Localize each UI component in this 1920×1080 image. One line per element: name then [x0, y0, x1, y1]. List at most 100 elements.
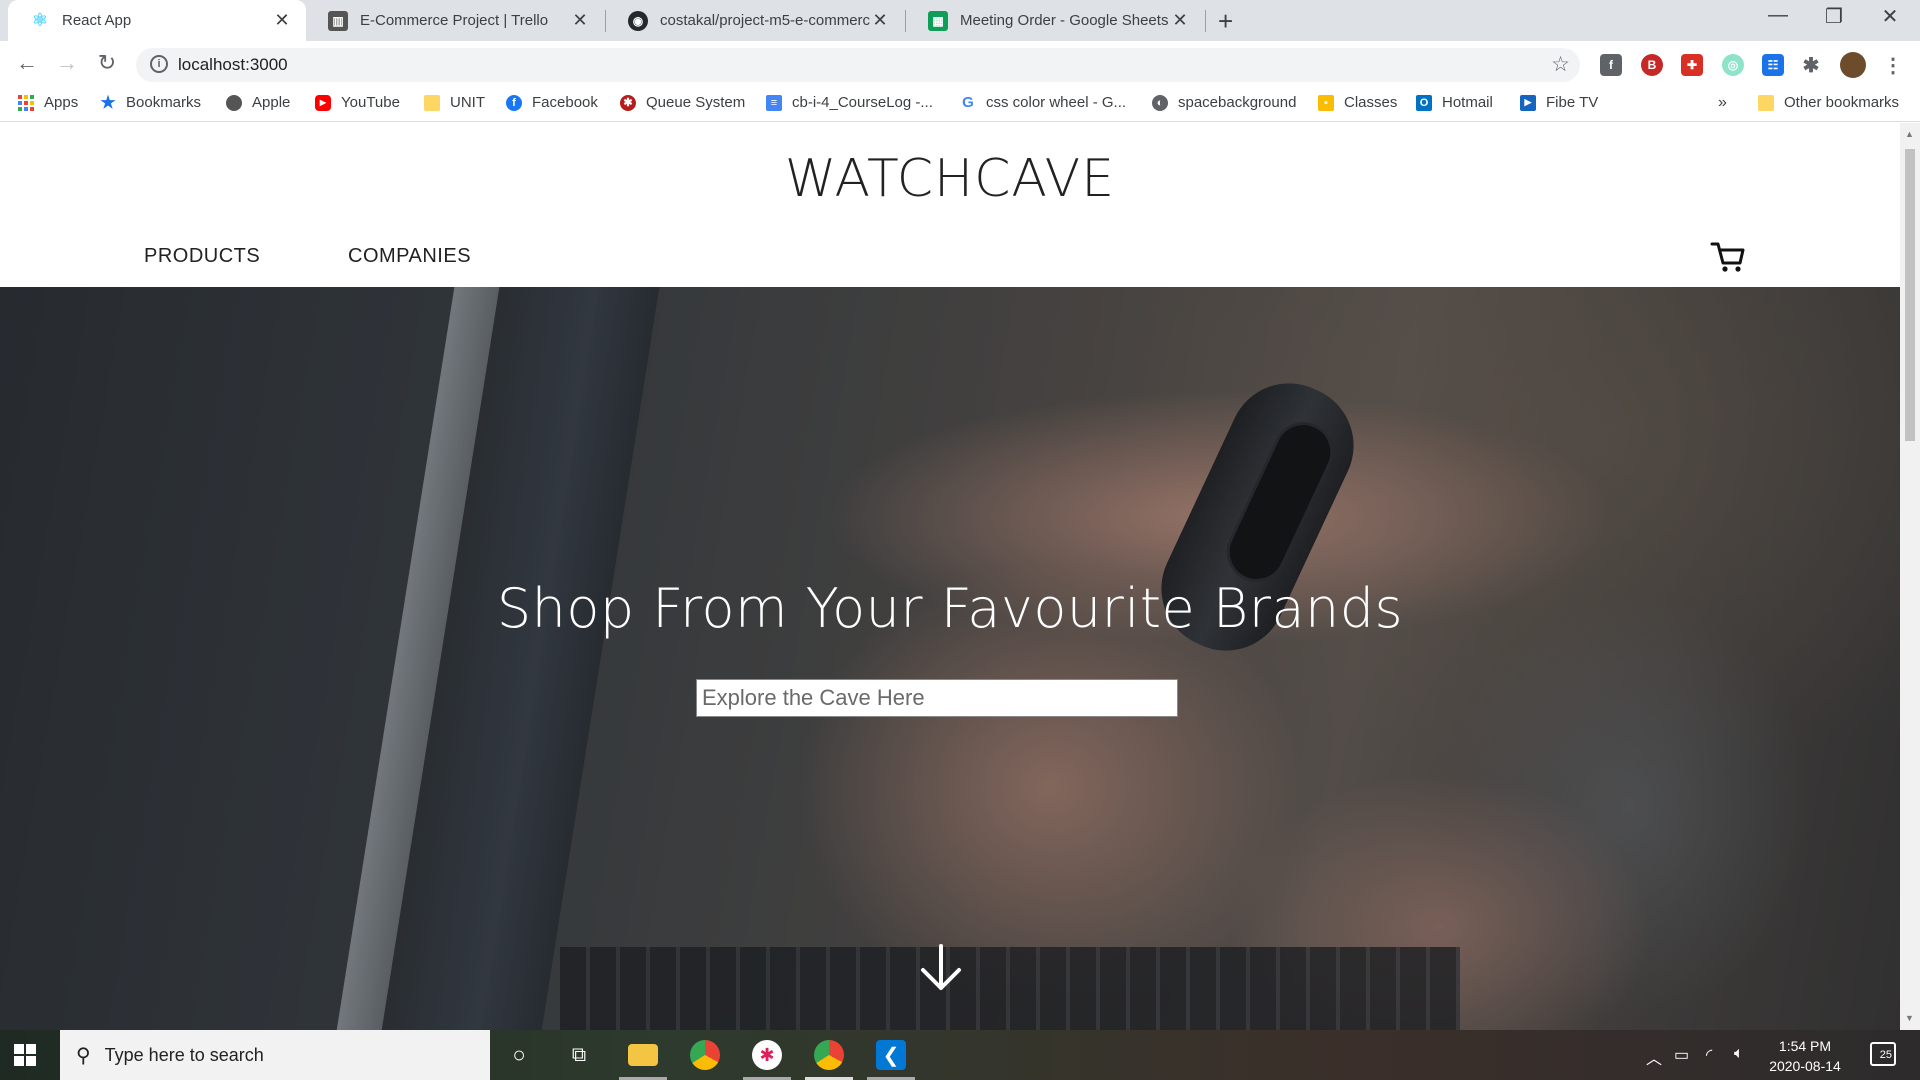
react-icon: ⚛	[31, 10, 49, 30]
minimize-icon[interactable]: —	[1758, 4, 1798, 27]
scroll-up-icon[interactable]: ▲	[1905, 129, 1914, 139]
bookmark-hotmail[interactable]: O Hotmail	[1416, 94, 1493, 111]
bookmarks-overflow-icon[interactable]: »	[1718, 94, 1727, 112]
folder-icon	[1758, 94, 1774, 111]
menu-kebab-icon[interactable]: ⋮	[1882, 54, 1904, 77]
bookmark-apple[interactable]: Apple	[226, 94, 290, 111]
bookmark-facebook[interactable]: f Facebook	[506, 94, 598, 111]
close-tab-icon[interactable]: ✕	[272, 10, 292, 31]
apple-icon	[226, 94, 242, 111]
restore-icon[interactable]: ❐	[1814, 4, 1854, 29]
vscode-icon[interactable]: ❮	[876, 1040, 906, 1070]
tab-title: E-Commerce Project | Trello	[360, 12, 549, 29]
reload-icon[interactable]: ↻	[92, 50, 122, 76]
extensions-puzzle-icon[interactable]: ✱	[1800, 54, 1822, 77]
bookmark-star-icon[interactable]: ☆	[1551, 52, 1570, 77]
bookmark-label: Facebook	[532, 94, 598, 111]
windows-start-icon[interactable]	[14, 1044, 36, 1066]
bookmark-label: Bookmarks	[126, 94, 202, 111]
battery-icon[interactable]: ▭	[1674, 1045, 1689, 1065]
notification-count: 25	[1879, 1049, 1892, 1061]
tray-chevron-up-icon[interactable]: ︿	[1646, 1045, 1662, 1069]
cortana-icon[interactable]: ○	[504, 1040, 534, 1070]
hero-search-input[interactable]	[696, 679, 1178, 717]
volume-icon[interactable]: 🔈︎	[1734, 1045, 1744, 1063]
tab-separator	[1205, 10, 1206, 32]
bookmark-spacebackground[interactable]: ◐ spacebackground	[1152, 94, 1296, 111]
bookmark-css-color-wheel[interactable]: G css color wheel - G...	[960, 94, 1126, 111]
site-logo[interactable]: WATCHCAVE	[0, 149, 1900, 209]
bookmark-apps[interactable]: Apps	[18, 94, 78, 111]
tab-trello[interactable]: ▥ E-Commerce Project | Trello ✕	[306, 0, 604, 41]
close-tab-icon[interactable]: ✕	[1170, 10, 1190, 31]
tab-react-app[interactable]: ⚛ React App ✕	[8, 0, 306, 41]
chrome-profile-icon[interactable]	[814, 1040, 844, 1070]
youtube-icon: ▶	[315, 94, 331, 111]
bookmark-youtube[interactable]: ▶ YouTube	[315, 94, 400, 111]
bookmark-classes[interactable]: ▪ Classes	[1318, 94, 1397, 111]
windows-taskbar: ⚲ Type here to search ○ ⧉ ✱ ❮ ︿ ▭ ◜ 🔈︎ 1…	[0, 1030, 1920, 1080]
folder-icon	[424, 94, 440, 111]
address-bar[interactable]: i localhost:3000 ☆	[136, 48, 1580, 82]
info-icon[interactable]: i	[150, 55, 168, 73]
new-tab-icon[interactable]: +	[1218, 6, 1233, 37]
back-icon[interactable]: ←	[12, 50, 42, 76]
bookmark-bookmarks[interactable]: ★ Bookmarks	[100, 92, 202, 112]
extension-red-icon[interactable]: ✚	[1681, 54, 1703, 76]
extension-circle-icon[interactable]: ◎	[1722, 54, 1744, 76]
clock-date: 2020-08-14	[1769, 1058, 1841, 1074]
bookmark-label: UNIT	[450, 94, 485, 111]
bookmark-label: spacebackground	[1178, 94, 1297, 111]
url-text: localhost:3000	[178, 55, 288, 74]
classroom-icon: ▪	[1318, 94, 1334, 111]
facebook-extension-icon[interactable]: f	[1600, 54, 1622, 76]
notification-center-icon[interactable]: 25	[1870, 1042, 1896, 1066]
bookmark-label: css color wheel - G...	[986, 94, 1127, 111]
globe-icon: ◐	[1152, 94, 1168, 111]
hero-overlay	[0, 287, 1900, 1030]
close-tab-icon[interactable]: ✕	[570, 10, 590, 31]
arrow-down-icon[interactable]	[918, 943, 964, 998]
bookmark-courselog[interactable]: ≡ cb-i-4_CourseLog -...	[766, 94, 933, 111]
nav-companies[interactable]: COMPANIES	[348, 245, 471, 268]
taskbar-clock[interactable]: 1:54 PM 2020-08-14	[1760, 1036, 1850, 1076]
scrollbar-thumb[interactable]	[1905, 149, 1915, 441]
fibe-icon: ▶	[1520, 94, 1536, 111]
profile-avatar-icon[interactable]	[1840, 52, 1866, 78]
hero-title: Shop From Your Favourite Brands	[496, 577, 1404, 640]
github-icon: ◉	[628, 10, 648, 31]
close-tab-icon[interactable]: ✕	[870, 10, 890, 31]
tab-github[interactable]: ◉ costakal/project-m5-e-commerce ✕	[606, 0, 904, 41]
tab-google-sheets[interactable]: ▦ Meeting Order - Google Sheets ✕	[906, 0, 1204, 41]
bookmark-label: Fibe TV	[1546, 94, 1599, 111]
search-icon: ⚲	[76, 1044, 91, 1067]
chrome-icon[interactable]	[690, 1040, 720, 1070]
google-icon: G	[962, 94, 974, 111]
scroll-down-icon[interactable]: ▼	[1905, 1013, 1914, 1023]
nav-products[interactable]: PRODUCTS	[144, 245, 260, 268]
forward-icon[interactable]: →	[52, 50, 82, 76]
bookmark-unit[interactable]: UNIT	[424, 94, 485, 111]
tab-strip: ⚛ React App ✕ ▥ E-Commerce Project | Tre…	[0, 0, 1920, 41]
bookmark-label: Queue System	[646, 94, 746, 111]
extension-blue-icon[interactable]: ☷	[1762, 54, 1784, 76]
taskbar-search-box[interactable]: ⚲ Type here to search	[60, 1030, 490, 1080]
cart-icon[interactable]	[1710, 239, 1746, 280]
tab-title: Meeting Order - Google Sheets	[960, 12, 1169, 29]
close-window-icon[interactable]: ✕	[1870, 4, 1910, 29]
slack-icon[interactable]: ✱	[752, 1040, 782, 1070]
bookmark-other-bookmarks[interactable]: Other bookmarks	[1758, 94, 1899, 111]
extension-b-icon[interactable]: B	[1641, 54, 1663, 76]
facebook-icon: f	[506, 94, 522, 111]
queue-icon: ✱	[620, 94, 636, 111]
bookmark-fibe-tv[interactable]: ▶ Fibe TV	[1520, 94, 1598, 111]
bookmarks-bar: Apps ★ Bookmarks Apple ▶ YouTube UNIT f …	[0, 88, 1920, 122]
task-view-icon[interactable]: ⧉	[564, 1040, 594, 1070]
bookmark-queue-system[interactable]: ✱ Queue System	[620, 94, 745, 111]
wifi-icon[interactable]: ◜	[1706, 1045, 1712, 1065]
bookmark-label: YouTube	[341, 94, 400, 111]
star-icon: ★	[100, 92, 116, 112]
web-page: WATCHCAVE PRODUCTS COMPANIES Shop From Y…	[0, 123, 1900, 1030]
page-scrollbar[interactable]: ▲ ▼	[1900, 123, 1920, 1030]
file-explorer-icon[interactable]	[628, 1044, 658, 1066]
